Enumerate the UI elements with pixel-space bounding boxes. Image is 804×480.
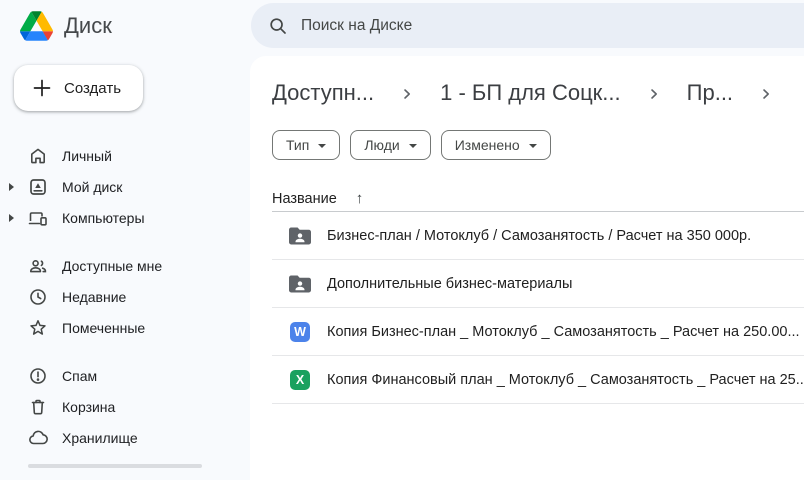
filter-chips: Тип Люди Изменено (272, 130, 804, 160)
sidebar-item-label: Мой диск (62, 178, 123, 195)
home-icon (28, 146, 48, 166)
create-button-label: Создать (64, 79, 122, 97)
dropdown-caret-icon (408, 144, 417, 148)
shared-folder-icon (288, 225, 312, 246)
file-name: Копия Бизнес-план _ Мотоклуб _ Самозанят… (327, 323, 800, 340)
create-button[interactable]: Создать (14, 65, 144, 111)
excel-badge: X (290, 369, 310, 390)
sidebar-item-label: Помеченные (62, 319, 146, 336)
search-icon[interactable] (268, 16, 288, 36)
sidebar-item-label: Доступные мне (62, 257, 163, 274)
file-row[interactable]: X Копия Финансовый план _ Мотоклуб _ Сам… (272, 356, 804, 404)
word-badge: W (290, 321, 310, 342)
chevron-right-icon (400, 87, 414, 101)
clock-icon (28, 287, 48, 307)
filter-chip-type[interactable]: Тип (272, 130, 341, 160)
app-title: Диск (64, 13, 112, 38)
chevron-right-icon (647, 87, 661, 101)
sidebar-item-label: Компьютеры (62, 209, 145, 226)
filter-chip-label: Люди (364, 137, 400, 153)
nav-group-main: Личный Мой диск Компьютеры (0, 140, 250, 233)
excel-spreadsheet-icon: X (288, 369, 312, 390)
search-input[interactable] (301, 16, 804, 35)
drive-brand[interactable]: Диск (20, 11, 112, 41)
file-list-header: Название ↑ (272, 186, 804, 212)
word-document-icon: W (288, 321, 312, 342)
spam-icon (28, 366, 48, 386)
my-drive-icon (28, 177, 48, 197)
breadcrumb-item[interactable]: Пр... (687, 80, 733, 106)
cloud-icon (28, 428, 48, 448)
breadcrumb: Доступн... 1 - БП для Соцк... Пр... (272, 78, 804, 108)
dropdown-caret-icon (528, 144, 537, 148)
dropdown-caret-icon (318, 144, 327, 148)
filter-chip-modified[interactable]: Изменено (440, 130, 551, 160)
shared-folder-icon (288, 273, 312, 294)
expand-caret-icon[interactable] (9, 214, 14, 222)
computers-icon (28, 208, 48, 228)
file-row[interactable]: Дополнительные бизнес-материалы (272, 260, 804, 308)
storage-usage-bar (28, 464, 202, 468)
sidebar-item-label: Недавние (62, 288, 127, 305)
sidebar-item-label: Личный (62, 147, 112, 164)
file-row[interactable]: W Копия Бизнес-план _ Мотоклуб _ Самозан… (272, 308, 804, 356)
trash-icon (28, 397, 48, 417)
sidebar-nav: Личный Мой диск Компьютеры Доступные мне… (0, 140, 250, 453)
google-drive-logo-icon (20, 11, 53, 41)
filter-chip-label: Изменено (454, 137, 520, 153)
sort-ascending-icon[interactable]: ↑ (356, 190, 364, 207)
sidebar-item-label: Хранилище (62, 429, 138, 446)
nav-group-shared: Доступные мне Недавние Помеченные (0, 250, 250, 343)
sidebar-item-recent[interactable]: Недавние (0, 281, 250, 312)
people-icon (28, 256, 48, 276)
sidebar-item-label: Корзина (62, 398, 116, 415)
sidebar-item-shared-with-me[interactable]: Доступные мне (0, 250, 250, 281)
expand-caret-icon[interactable] (9, 183, 14, 191)
chevron-right-icon (759, 87, 773, 101)
plus-icon (31, 77, 53, 99)
sidebar-item-my-drive[interactable]: Мой диск (0, 171, 250, 202)
sidebar-item-starred[interactable]: Помеченные (0, 312, 250, 343)
filter-chip-people[interactable]: Люди (350, 130, 431, 160)
main-content: Доступн... 1 - БП для Соцк... Пр... Тип … (250, 56, 804, 480)
filter-chip-label: Тип (286, 137, 310, 153)
sidebar-item-computers[interactable]: Компьютеры (0, 202, 250, 233)
star-icon (28, 318, 48, 338)
file-name: Бизнес-план / Мотоклуб / Самозанятость /… (327, 227, 752, 244)
sidebar-item-spam[interactable]: Спам (0, 360, 250, 391)
sidebar-item-home[interactable]: Личный (0, 140, 250, 171)
sidebar: Диск Создать Личный Мой диск Компьютеры … (0, 0, 250, 480)
file-name: Дополнительные бизнес-материалы (327, 275, 573, 292)
breadcrumb-item[interactable]: 1 - БП для Соцк... (440, 80, 621, 106)
breadcrumb-item[interactable]: Доступн... (272, 80, 374, 106)
search-bar[interactable] (251, 3, 804, 48)
sidebar-item-storage[interactable]: Хранилище (0, 422, 250, 453)
sidebar-item-trash[interactable]: Корзина (0, 391, 250, 422)
name-column-header[interactable]: Название (272, 191, 337, 207)
sidebar-item-label: Спам (62, 367, 98, 384)
nav-group-system: Спам Корзина Хранилище (0, 360, 250, 453)
file-row[interactable]: Бизнес-план / Мотоклуб / Самозанятость /… (272, 212, 804, 260)
file-name: Копия Финансовый план _ Мотоклуб _ Самоз… (327, 371, 804, 388)
